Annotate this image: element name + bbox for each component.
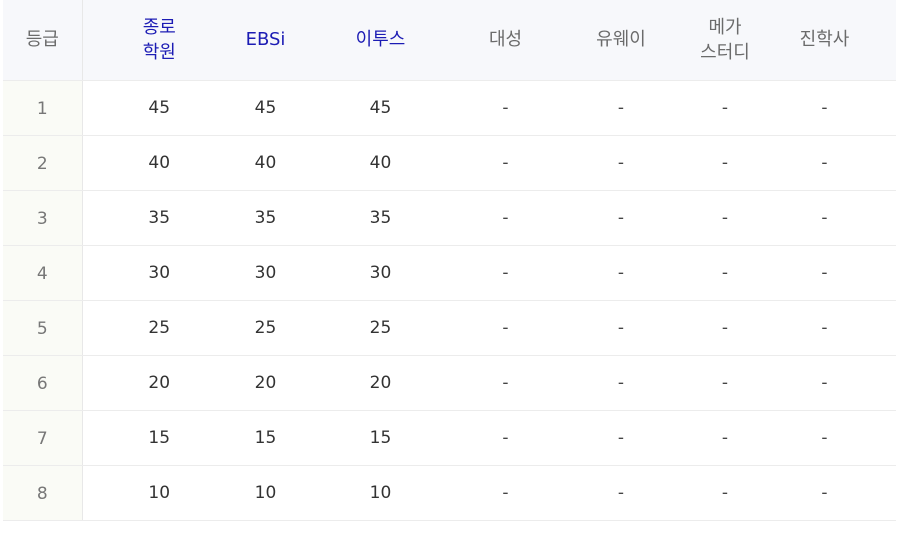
score-cell: - bbox=[466, 245, 545, 301]
score-cell: 25 bbox=[236, 300, 295, 356]
table-body: 1 45 45 45- - - -2 40 40 40- - - -3 35 35 35- - - -4 30 30 30… bbox=[3, 80, 896, 521]
score-cell: 10 bbox=[236, 465, 295, 521]
grade-cell: 7 bbox=[3, 410, 83, 466]
score-cell: 10 bbox=[82, 465, 236, 521]
score-cell: 15 bbox=[295, 410, 466, 466]
table-header-row: 등급 종로학원 EBSi 이투스 대성 유웨이 메가스터디 진학사 bbox=[3, 0, 896, 81]
score-cell: - bbox=[753, 245, 896, 301]
score-cell: - bbox=[466, 190, 545, 246]
header-label-line: 이투스 bbox=[355, 29, 406, 51]
grade-cell: 1 bbox=[3, 80, 83, 136]
header-ebsi: EBSi bbox=[236, 0, 295, 81]
score-cell: - bbox=[466, 355, 545, 411]
score-cell: 45 bbox=[82, 80, 236, 136]
header-label-line: 유웨이 bbox=[596, 29, 646, 51]
score-cell: - bbox=[545, 465, 697, 521]
score-cell: 20 bbox=[82, 355, 236, 411]
score-cell: 30 bbox=[82, 245, 236, 301]
header-megastudy: 메가스터디 bbox=[697, 0, 753, 81]
score-cell: - bbox=[753, 135, 896, 191]
score-cell: 20 bbox=[236, 355, 295, 411]
header-label-line: 등급 bbox=[25, 29, 59, 51]
score-cell: 40 bbox=[295, 135, 466, 191]
score-cell: - bbox=[697, 190, 753, 246]
score-cell: - bbox=[545, 410, 697, 466]
score-cell: - bbox=[545, 355, 697, 411]
table-row: 5 25 25 25- - - - bbox=[3, 300, 896, 356]
header-jongro: 종로학원 bbox=[82, 0, 236, 81]
score-cell: - bbox=[545, 245, 697, 301]
grade-cut-table: 등급 종로 학원 EBSi 이투스 대성 유웨이 메가 스터디 진학사 1 45 45 45- - - -2 4… bbox=[3, 0, 896, 521]
score-cell: - bbox=[753, 410, 896, 466]
score-cell: - bbox=[545, 80, 697, 136]
score-cell: 35 bbox=[295, 190, 466, 246]
score-cell: - bbox=[697, 465, 753, 521]
grade-cell: 2 bbox=[3, 135, 83, 191]
score-cell: - bbox=[697, 80, 753, 136]
score-cell: 45 bbox=[295, 80, 466, 136]
score-cell: - bbox=[753, 190, 896, 246]
score-cell: - bbox=[753, 465, 896, 521]
header-label-line: 메가 bbox=[708, 16, 742, 38]
header-grade: 등급 bbox=[3, 0, 83, 81]
header-label-line: 진학사 bbox=[799, 29, 850, 51]
score-cell: - bbox=[545, 300, 697, 356]
score-cell: - bbox=[753, 80, 896, 136]
table-row: 4 30 30 30- - - - bbox=[3, 245, 896, 301]
score-cell: 15 bbox=[82, 410, 236, 466]
header-label-line: 종로 bbox=[142, 16, 176, 38]
score-cell: - bbox=[697, 355, 753, 411]
header-label-line: 학원 bbox=[142, 41, 176, 63]
score-cell: - bbox=[753, 300, 896, 356]
score-cell: 25 bbox=[295, 300, 466, 356]
table-row: 6 20 20 20- - - - bbox=[3, 355, 896, 411]
grade-cell: 5 bbox=[3, 300, 83, 356]
score-cell: - bbox=[697, 300, 753, 356]
header-jinhak: 진학사 bbox=[753, 0, 896, 81]
score-cell: - bbox=[753, 355, 896, 411]
score-cell: - bbox=[697, 135, 753, 191]
grade-cut-table-container: 등급 종로 학원 EBSi 이투스 대성 유웨이 메가 스터디 진학사 1 45 45 45- - - -2 4… bbox=[3, 0, 896, 521]
score-cell: - bbox=[545, 190, 697, 246]
grade-cell: 8 bbox=[3, 465, 83, 521]
score-cell: 40 bbox=[236, 135, 295, 191]
table-row: 8 10 10 10- - - - bbox=[3, 465, 896, 521]
table-row: 7 15 15 15- - - - bbox=[3, 410, 896, 466]
score-cell: 10 bbox=[295, 465, 466, 521]
score-cell: 35 bbox=[236, 190, 295, 246]
score-cell: 30 bbox=[236, 245, 295, 301]
header-label-line: 스터디 bbox=[700, 41, 750, 63]
header-uway: 유웨이 bbox=[545, 0, 697, 81]
header-etoos: 이투스 bbox=[295, 0, 466, 81]
score-cell: - bbox=[466, 300, 545, 356]
score-cell: 40 bbox=[82, 135, 236, 191]
score-cell: 15 bbox=[236, 410, 295, 466]
score-cell: - bbox=[697, 410, 753, 466]
score-cell: - bbox=[466, 135, 545, 191]
score-cell: 45 bbox=[236, 80, 295, 136]
header-label-line: EBSi bbox=[245, 29, 286, 51]
score-cell: - bbox=[697, 245, 753, 301]
grade-cell: 3 bbox=[3, 190, 83, 246]
score-cell: 25 bbox=[82, 300, 236, 356]
grade-cell: 6 bbox=[3, 355, 83, 411]
header-label-line: 대성 bbox=[488, 29, 523, 51]
score-cell: - bbox=[466, 465, 545, 521]
score-cell: 35 bbox=[82, 190, 236, 246]
table-row: 2 40 40 40- - - - bbox=[3, 135, 896, 191]
table-row: 3 35 35 35- - - - bbox=[3, 190, 896, 246]
table-row: 1 45 45 45- - - - bbox=[3, 80, 896, 136]
score-cell: 20 bbox=[295, 355, 466, 411]
score-cell: - bbox=[466, 80, 545, 136]
score-cell: - bbox=[466, 410, 545, 466]
header-daesung: 대성 bbox=[466, 0, 545, 81]
score-cell: - bbox=[545, 135, 697, 191]
score-cell: 30 bbox=[295, 245, 466, 301]
grade-cell: 4 bbox=[3, 245, 83, 301]
